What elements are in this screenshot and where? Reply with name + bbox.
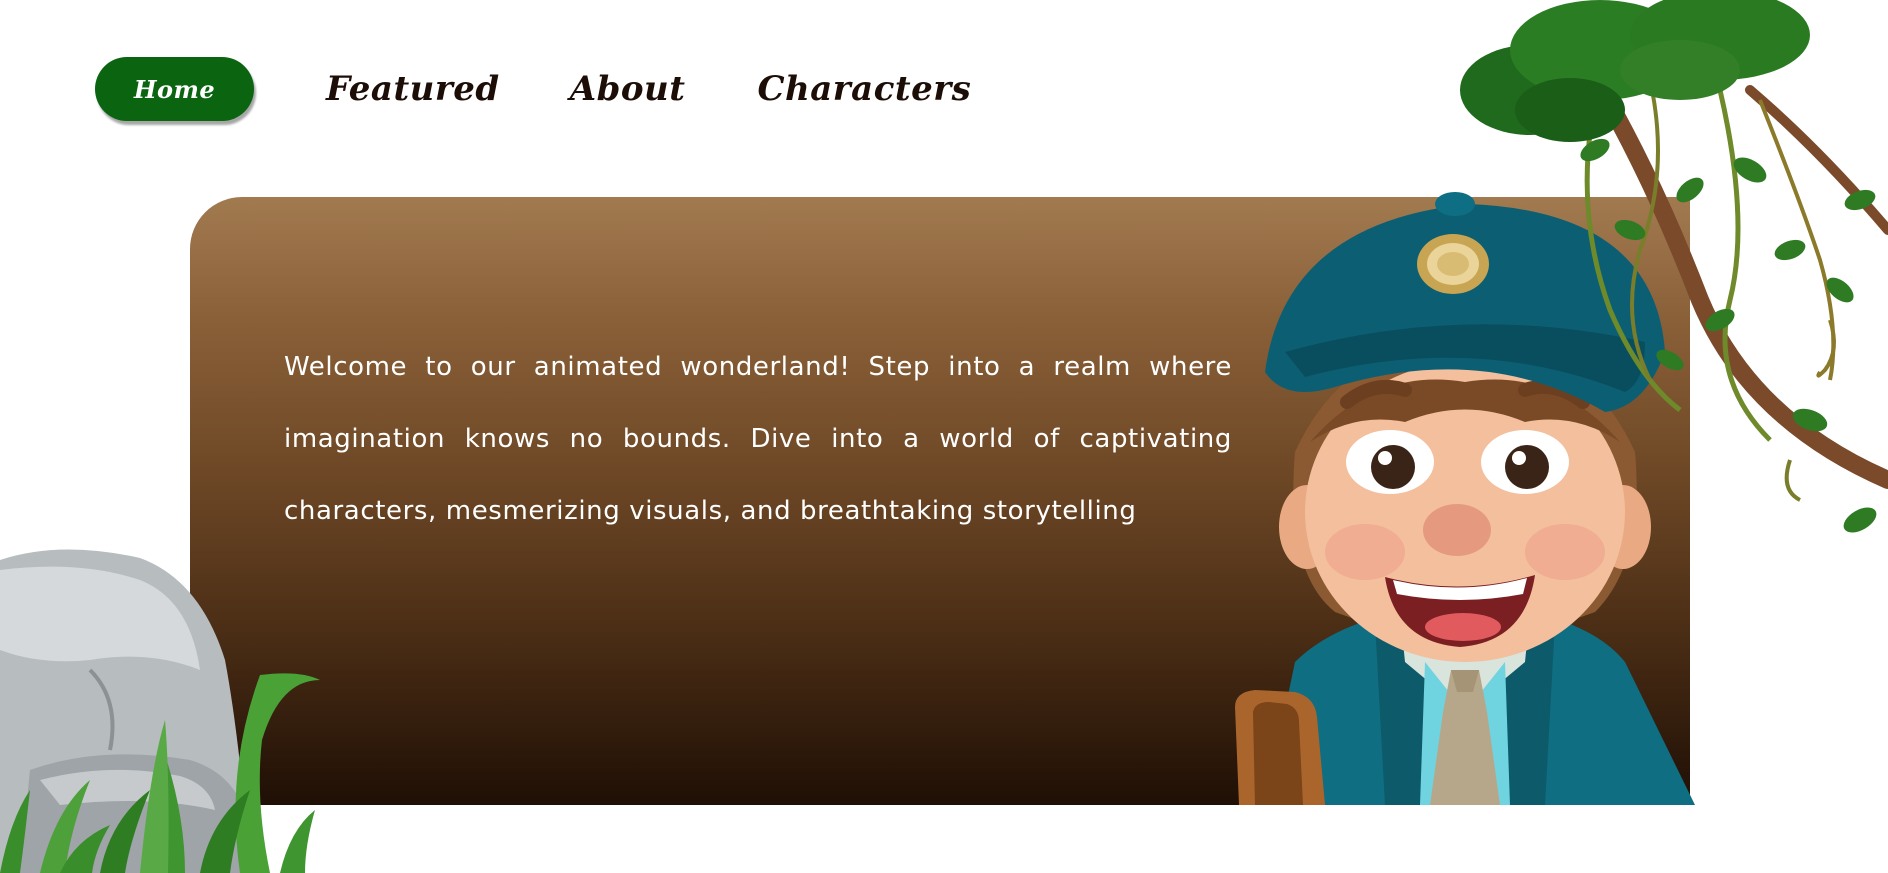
landing-page: Home Featured About Characters Welcome t…: [0, 0, 1888, 873]
rock-decoration: [0, 540, 330, 873]
nav-characters-link[interactable]: Characters: [757, 69, 971, 109]
vines-decoration: [1420, 0, 1888, 570]
nav-home-button[interactable]: Home: [95, 57, 254, 121]
nav-featured-link[interactable]: Featured: [326, 69, 500, 109]
main-nav: Home Featured About Characters: [95, 56, 971, 122]
nav-about-link[interactable]: About: [570, 69, 686, 109]
hero-intro-text: Welcome to our animated wonderland! Step…: [284, 352, 1232, 526]
